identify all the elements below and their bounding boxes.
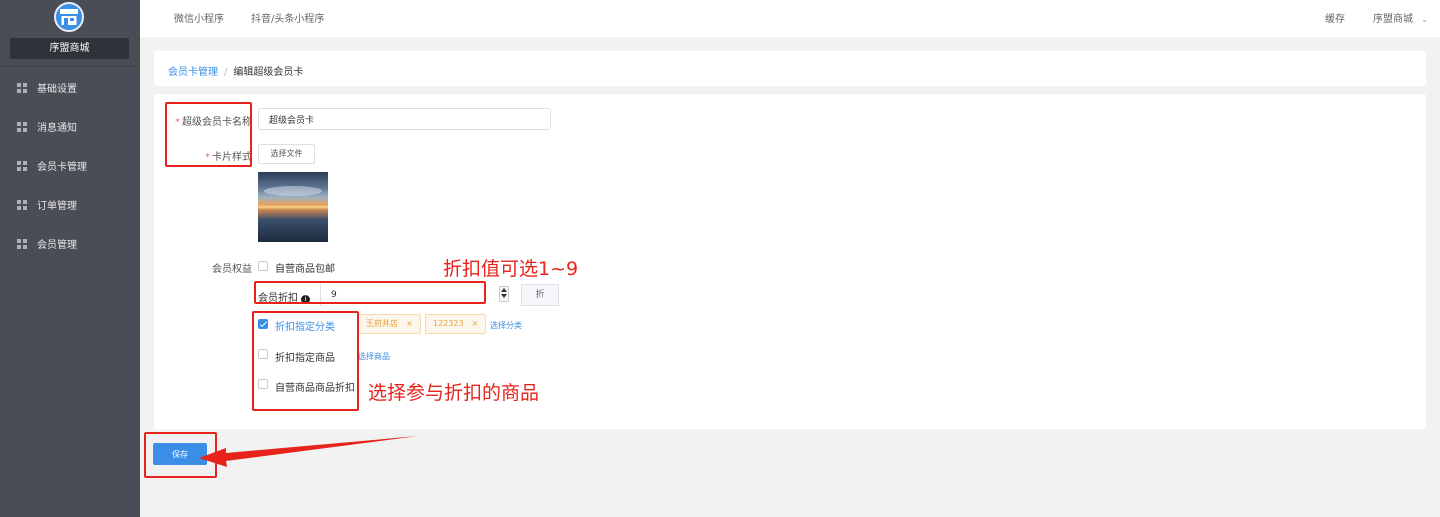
- sidebar-item-notifications[interactable]: 消息通知: [0, 107, 140, 146]
- tag-label: 王府井店: [366, 319, 398, 328]
- tab-wechat-miniprogram[interactable]: 微信小程序: [174, 10, 224, 25]
- card-name-label-text: 超级会员卡名称: [182, 117, 252, 128]
- user-name: 序盟商城: [1373, 14, 1413, 25]
- chevron-down-icon: ⌄: [1421, 15, 1428, 24]
- info-icon[interactable]: i: [301, 295, 310, 304]
- store-name: 序盟商城: [10, 38, 129, 59]
- required-mark: *: [175, 117, 180, 128]
- stepper-up-icon[interactable]: [501, 288, 507, 292]
- sidebar-item-label: 消息通知: [37, 123, 77, 134]
- top-bar: 微信小程序 抖音/头条小程序 缓存 序盟商城 ⌄: [140, 0, 1440, 37]
- breadcrumb-current: 编辑超级会员卡: [233, 67, 304, 78]
- card-style-label-text: 卡片样式: [212, 152, 252, 163]
- breadcrumb: 会员卡管理 / 编辑超级会员卡: [168, 63, 303, 78]
- card-name-label: * 超级会员卡名称: [166, 113, 252, 128]
- discount-suffix: 折: [521, 284, 559, 306]
- save-button[interactable]: 保存: [153, 443, 207, 465]
- discount-category-checkbox[interactable]: [258, 319, 268, 329]
- choose-goods-link[interactable]: 选择商品: [358, 351, 390, 362]
- choose-file-button[interactable]: 选择文件: [258, 144, 315, 164]
- discount-goods-checkbox[interactable]: [258, 349, 268, 359]
- sidebar: 序盟商城 基础设置 消息通知 会员卡管理 订单管理 会员管理: [0, 0, 140, 517]
- sidebar-divider: [0, 66, 140, 67]
- user-menu[interactable]: 序盟商城 ⌄: [1373, 10, 1428, 25]
- tab-douyin-miniprogram[interactable]: 抖音/头条小程序: [251, 10, 324, 25]
- discount-value-input[interactable]: [320, 284, 498, 306]
- sidebar-item-label: 会员卡管理: [37, 162, 87, 173]
- discount-label-text: 会员折扣: [258, 293, 298, 304]
- shop-icon: [60, 9, 78, 25]
- discount-category-label: 折扣指定分类: [275, 322, 335, 333]
- store-logo: [54, 2, 84, 32]
- required-mark: *: [205, 152, 210, 163]
- self-goods-discount-checkbox[interactable]: [258, 379, 268, 389]
- self-goods-discount-label: 自营商品商品折扣: [275, 383, 355, 394]
- grid-icon: [17, 160, 27, 171]
- card-style-preview-image: [258, 172, 328, 242]
- choose-category-link[interactable]: 选择分类: [490, 320, 522, 331]
- sidebar-item-label: 会员管理: [37, 240, 77, 251]
- category-tag: 王府井店 ×: [358, 314, 421, 334]
- card-name-input[interactable]: [258, 108, 551, 130]
- close-icon[interactable]: ×: [406, 319, 413, 328]
- sidebar-item-label: 订单管理: [37, 201, 77, 212]
- breadcrumb-card: 会员卡管理 / 编辑超级会员卡: [154, 51, 1426, 86]
- breadcrumb-separator: /: [224, 67, 228, 78]
- sidebar-item-membership-cards[interactable]: 会员卡管理: [0, 146, 140, 185]
- close-icon[interactable]: ×: [472, 319, 479, 328]
- card-style-label: * 卡片样式: [166, 148, 252, 163]
- discount-goods-label: 折扣指定商品: [275, 353, 335, 364]
- stepper-down-icon[interactable]: [501, 294, 507, 298]
- breadcrumb-parent-link[interactable]: 会员卡管理: [168, 67, 218, 78]
- grid-icon: [17, 199, 27, 210]
- annotation-goods-note: 选择参与折扣的商品: [368, 382, 540, 404]
- discount-label: 会员折扣 i: [258, 289, 310, 304]
- free-shipping-label: 自营商品包邮: [275, 264, 335, 275]
- sidebar-item-basic-settings[interactable]: 基础设置: [0, 68, 140, 107]
- grid-icon: [17, 121, 27, 132]
- discount-stepper[interactable]: [499, 286, 509, 302]
- cache-button[interactable]: 缓存: [1325, 10, 1345, 25]
- free-shipping-checkbox[interactable]: [258, 261, 268, 271]
- sidebar-item-orders[interactable]: 订单管理: [0, 185, 140, 224]
- grid-icon: [17, 238, 27, 249]
- category-tag: 122323 ×: [425, 314, 487, 334]
- tag-label: 122323: [433, 319, 464, 328]
- sidebar-item-label: 基础设置: [37, 84, 77, 95]
- sidebar-item-members[interactable]: 会员管理: [0, 224, 140, 263]
- grid-icon: [17, 82, 27, 93]
- benefits-label: 会员权益: [212, 264, 252, 275]
- annotation-discount-note: 折扣值可选1~9: [443, 258, 579, 280]
